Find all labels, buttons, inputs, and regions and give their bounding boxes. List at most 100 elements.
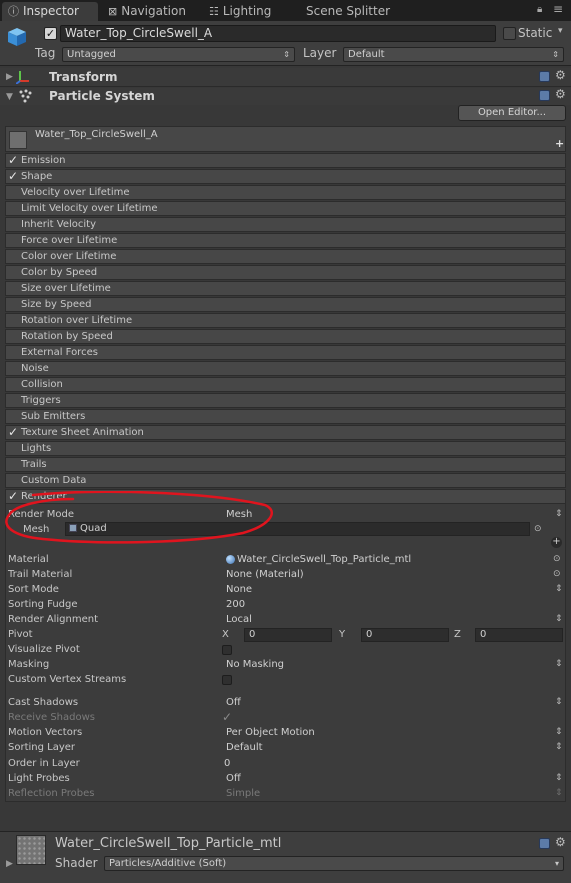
menu-icon[interactable]: ≡ <box>553 2 563 16</box>
module-texture-sheet-animation[interactable]: ✓ Texture Sheet Animation <box>5 425 566 440</box>
add-icon[interactable]: + <box>555 137 564 150</box>
gear-icon[interactable]: ⚙ <box>555 835 566 849</box>
reference-book-icon[interactable] <box>539 838 550 849</box>
module-inherit-velocity[interactable]: Inherit Velocity <box>5 217 566 232</box>
tag-label: Tag <box>35 46 56 60</box>
chevron-updown-icon[interactable]: ⇕ <box>555 509 563 519</box>
particle-system-name: Water_Top_CircleSwell_A <box>35 129 158 140</box>
foldout-collapsed-icon[interactable]: ▶ <box>6 859 13 869</box>
object-picker-icon[interactable]: ⊙ <box>553 569 561 579</box>
layer-label: Layer <box>303 46 337 60</box>
tag-dropdown[interactable]: Untagged ⇕ <box>62 47 295 62</box>
lighting-icon: ☷ <box>209 5 219 18</box>
tab-navigation[interactable]: ⊠ Navigation <box>108 2 200 21</box>
pivot-y-field[interactable]: 0 <box>361 628 449 642</box>
module-noise[interactable]: Noise <box>5 361 566 376</box>
renderer-module-body <box>5 504 566 802</box>
reflection-probes-label: Reflection Probes <box>8 788 95 799</box>
module-label: Size by Speed <box>21 299 92 310</box>
chevron-updown-icon[interactable]: ⇕ <box>555 584 563 594</box>
add-mesh-icon[interactable]: + <box>551 537 562 548</box>
module-enabled-checkbox[interactable]: ✓ <box>8 426 20 439</box>
object-picker-icon[interactable]: ⊙ <box>534 524 542 534</box>
tab-inspector[interactable]: ⓘ Inspector <box>2 2 98 21</box>
tab-lighting[interactable]: ☷ Lighting <box>209 2 289 21</box>
light-probes-value[interactable]: Off <box>226 773 241 784</box>
chevron-updown-icon[interactable]: ⇕ <box>555 773 563 783</box>
gameobject-cube-icon <box>8 28 26 46</box>
sorting-layer-value[interactable]: Default <box>226 742 263 753</box>
module-enabled-checkbox[interactable]: ✓ <box>8 170 20 183</box>
module-color-over-lifetime[interactable]: Color over Lifetime <box>5 249 566 264</box>
transform-title: Transform <box>49 70 118 84</box>
object-picker-icon[interactable]: ⊙ <box>553 554 561 564</box>
pivot-z-field[interactable]: 0 <box>475 628 563 642</box>
visualize-pivot-checkbox[interactable] <box>222 645 232 655</box>
reference-book-icon[interactable] <box>539 90 550 101</box>
module-lights[interactable]: Lights <box>5 441 566 456</box>
module-size-by-speed[interactable]: Size by Speed <box>5 297 566 312</box>
gear-icon[interactable]: ⚙ <box>555 68 566 82</box>
module-label: Trails <box>21 459 47 470</box>
object-name-field[interactable]: Water_Top_CircleSwell_A <box>60 25 496 42</box>
receive-shadows-checkbox: ✓ <box>222 710 233 724</box>
motion-vectors-value[interactable]: Per Object Motion <box>226 727 315 738</box>
chevron-down-icon: ▾ <box>554 859 559 868</box>
module-label: Inherit Velocity <box>21 219 96 230</box>
open-editor-button[interactable]: Open Editor... <box>458 105 566 121</box>
custom-vertex-streams-checkbox[interactable] <box>222 675 232 685</box>
gear-icon[interactable]: ⚙ <box>555 87 566 101</box>
module-sub-emitters[interactable]: Sub Emitters <box>5 409 566 424</box>
layer-dropdown[interactable]: Default ⇕ <box>343 47 564 62</box>
module-label: Force over Lifetime <box>21 235 118 246</box>
particle-system-thumbnail <box>9 131 27 149</box>
reference-book-icon[interactable] <box>539 71 550 82</box>
pivot-x-label: X <box>222 629 229 640</box>
render-alignment-value[interactable]: Local <box>226 614 252 625</box>
module-label: Noise <box>21 363 49 374</box>
material-footer-name: Water_CircleSwell_Top_Particle_mtl <box>55 836 282 851</box>
module-enabled-checkbox[interactable]: ✓ <box>8 154 20 167</box>
module-velocity-over-lifetime[interactable]: Velocity over Lifetime <box>5 185 566 200</box>
module-triggers[interactable]: Triggers <box>5 393 566 408</box>
module-force-over-lifetime[interactable]: Force over Lifetime <box>5 233 566 248</box>
shader-dropdown[interactable]: Particles/Additive (Soft) ▾ <box>104 856 564 871</box>
module-rotation-over-lifetime[interactable]: Rotation over Lifetime <box>5 313 566 328</box>
module-label: Rotation by Speed <box>21 331 113 342</box>
trail-material-label: Trail Material <box>8 569 73 580</box>
chevron-updown-icon[interactable]: ⇕ <box>555 727 563 737</box>
module-color-by-speed[interactable]: Color by Speed <box>5 265 566 280</box>
sort-mode-value[interactable]: None <box>226 584 252 595</box>
pivot-x-field[interactable]: 0 <box>244 628 332 642</box>
active-checkbox[interactable]: ✓ <box>44 27 57 40</box>
module-emission[interactable]: ✓ Emission <box>5 153 566 168</box>
trail-material-field[interactable]: None (Material) <box>226 569 304 580</box>
static-dropdown-arrow-icon[interactable]: ▾ <box>558 26 563 36</box>
cast-shadows-value[interactable]: Off <box>226 697 241 708</box>
module-rotation-by-speed[interactable]: Rotation by Speed <box>5 329 566 344</box>
chevron-updown-icon[interactable]: ⇕ <box>555 614 563 624</box>
module-external-forces[interactable]: External Forces <box>5 345 566 360</box>
tab-scene-splitter[interactable]: Scene Splitter <box>306 2 406 21</box>
module-size-over-lifetime[interactable]: Size over Lifetime <box>5 281 566 296</box>
module-custom-data[interactable]: Custom Data <box>5 473 566 488</box>
module-label: Color over Lifetime <box>21 251 117 262</box>
material-field[interactable]: Water_CircleSwell_Top_Particle_mtl <box>226 554 411 565</box>
module-trails[interactable]: Trails <box>5 457 566 472</box>
module-shape[interactable]: ✓ Shape <box>5 169 566 184</box>
chevron-updown-icon[interactable]: ⇕ <box>555 697 563 707</box>
sorting-fudge-field[interactable]: 200 <box>226 599 245 610</box>
lock-icon[interactable]: 🔒︎ <box>537 4 542 15</box>
module-limit-velocity-over-lifetime[interactable]: Limit Velocity over Lifetime <box>5 201 566 216</box>
module-collision[interactable]: Collision <box>5 377 566 392</box>
masking-value[interactable]: No Masking <box>226 659 284 670</box>
particle-system-name-panel[interactable]: Water_Top_CircleSwell_A + <box>5 126 566 152</box>
chevron-updown-icon[interactable]: ⇕ <box>555 659 563 669</box>
pivot-z-label: Z <box>454 629 461 640</box>
chevron-updown-icon[interactable]: ⇕ <box>555 742 563 752</box>
foldout-expanded-icon[interactable]: ▼ <box>6 92 13 102</box>
static-checkbox[interactable] <box>503 27 516 40</box>
pivot-y-label: Y <box>339 629 346 640</box>
order-in-layer-field[interactable]: 0 <box>224 758 230 769</box>
foldout-collapsed-icon[interactable]: ▶ <box>6 72 13 82</box>
